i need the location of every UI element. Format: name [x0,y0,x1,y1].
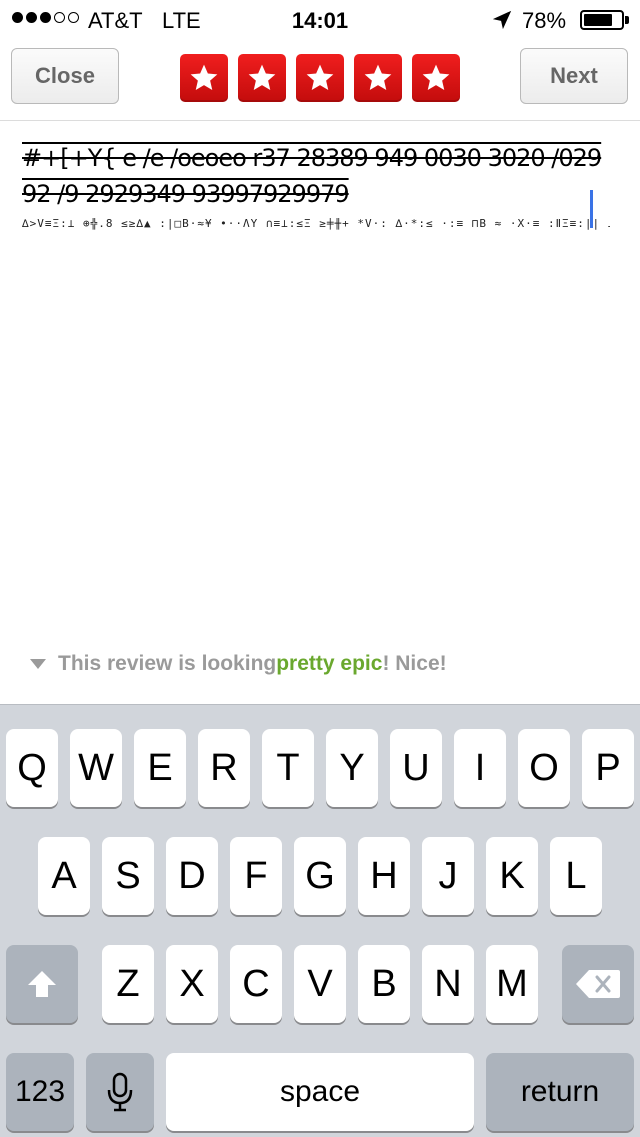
key-x[interactable]: X [166,945,218,1023]
dictation-key[interactable] [86,1053,154,1131]
return-key[interactable]: return [486,1053,634,1131]
status-bar: AT&T LTE 14:01 78% [0,0,640,40]
key-z[interactable]: Z [102,945,154,1023]
rating-star-3[interactable] [296,54,344,102]
key-e[interactable]: E [134,729,186,807]
next-button[interactable]: Next [520,48,628,104]
hint-suffix: ! Nice! [382,652,447,675]
key-b[interactable]: B [358,945,410,1023]
key-c[interactable]: C [230,945,282,1023]
rating-star-5[interactable] [412,54,460,102]
key-m[interactable]: M [486,945,538,1023]
key-v[interactable]: V [294,945,346,1023]
key-w[interactable]: W [70,729,122,807]
shift-key[interactable] [6,945,78,1023]
key-p[interactable]: P [582,729,634,807]
key-i[interactable]: I [454,729,506,807]
key-l[interactable]: L [550,837,602,915]
review-text: #+[+Y{ e /e /oeoeo r37 28389 949 0030 30… [22,144,602,208]
star-icon [306,64,334,90]
keyboard: 123 space return QWERTYUIOP ASDFGHJKL ZXCV… [0,704,640,1137]
star-icon [364,64,392,90]
key-t[interactable]: T [262,729,314,807]
key-r[interactable]: R [198,729,250,807]
microphone-icon [107,1072,133,1112]
shift-arrow-icon [28,971,56,997]
star-icon [190,64,218,90]
battery-level [584,14,613,26]
review-length-hint: This review is looking pretty epic! Nice… [30,652,447,676]
rating-star-4[interactable] [354,54,402,102]
rating-star-2[interactable] [238,54,286,102]
review-toolbar: Close Next [0,40,640,121]
star-icon [248,64,276,90]
hint-highlight: pretty epic [276,652,383,675]
review-text-garble: ∆>V≡Ξ:⊥ ⊕╬.8 ≤≥∆▲ :|□B·≈¥ •··ΛY ∩≡⊥:≤Ξ ≥… [22,218,610,230]
key-o[interactable]: O [518,729,570,807]
backspace-icon [576,970,620,998]
key-n[interactable]: N [422,945,474,1023]
battery-cap [625,16,629,24]
key-s[interactable]: S [102,837,154,915]
key-u[interactable]: U [390,729,442,807]
battery-icon [580,10,624,30]
key-j[interactable]: J [422,837,474,915]
battery-percentage: 78% [522,8,567,33]
rating-star-1[interactable] [180,54,228,102]
key-y[interactable]: Y [326,729,378,807]
backspace-key[interactable] [562,945,634,1023]
text-cursor [590,190,593,228]
review-text-area[interactable]: #+[+Y{ e /e /oeoeo r37 28389 949 0030 30… [22,140,610,250]
star-icon [422,64,450,90]
key-a[interactable]: A [38,837,90,915]
key-k[interactable]: K [486,837,538,915]
star-rating[interactable] [180,54,460,102]
hint-prefix: This review is looking [58,652,277,675]
key-q[interactable]: Q [6,729,58,807]
key-h[interactable]: H [358,837,410,915]
close-button[interactable]: Close [11,48,119,104]
numbers-key[interactable]: 123 [6,1053,74,1131]
triangle-down-icon [30,659,46,669]
key-f[interactable]: F [230,837,282,915]
space-key[interactable]: space [166,1053,474,1131]
location-arrow-icon [492,10,512,30]
key-g[interactable]: G [294,837,346,915]
key-d[interactable]: D [166,837,218,915]
